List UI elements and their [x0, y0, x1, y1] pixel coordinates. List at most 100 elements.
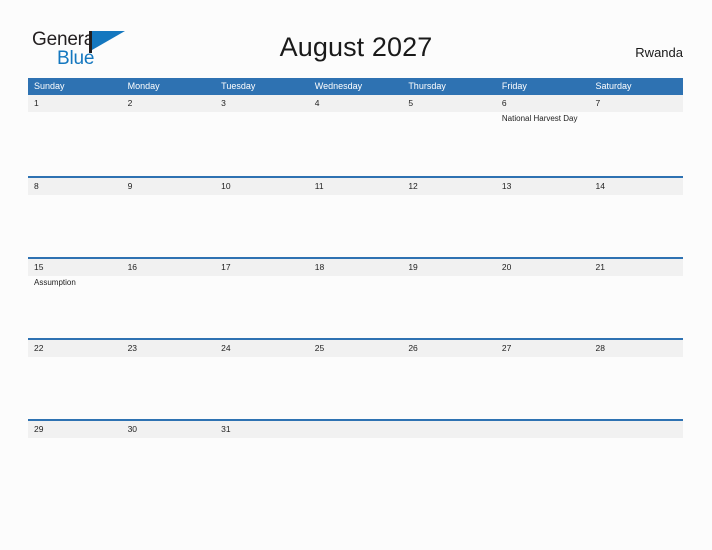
day-cell	[122, 357, 216, 419]
day-cell	[309, 112, 403, 174]
calendar-weeks: 1 2 3 4 5 6 7 National Harvest Day 8 9 10 11 12 13 14 1…	[28, 95, 683, 500]
day-cell	[122, 438, 216, 500]
day-cell	[496, 438, 590, 500]
week-event-body	[28, 195, 683, 257]
day-number[interactable]: 24	[215, 340, 309, 357]
day-number[interactable]: 14	[589, 178, 683, 195]
day-cell	[402, 195, 496, 257]
day-number[interactable]: 2	[122, 95, 216, 112]
day-cell	[309, 195, 403, 257]
day-cell	[122, 112, 216, 174]
day-number[interactable]: 5	[402, 95, 496, 112]
weekday-header-row: Sunday Monday Tuesday Wednesday Thursday…	[28, 78, 683, 95]
weekday-wednesday: Wednesday	[314, 81, 363, 91]
day-number[interactable]: 17	[215, 259, 309, 276]
weekday-sunday: Sunday	[34, 81, 65, 91]
day-number	[402, 421, 496, 438]
day-number[interactable]: 22	[28, 340, 122, 357]
day-number[interactable]: 1	[28, 95, 122, 112]
weekday-thursday: Thursday	[408, 81, 446, 91]
page-title: August 2027	[279, 32, 433, 62]
day-number[interactable]: 9	[122, 178, 216, 195]
calendar-page: General Blue August 2027 Rwanda Sunday M…	[0, 0, 712, 550]
day-number[interactable]: 19	[402, 259, 496, 276]
day-cell	[309, 276, 403, 338]
holiday-label: Assumption	[34, 278, 76, 287]
day-number[interactable]: 28	[589, 340, 683, 357]
calendar-week-row: 22 23 24 25 26 27 28	[28, 338, 683, 419]
page-header: General Blue August 2027 Rwanda	[0, 0, 712, 78]
day-cell	[496, 195, 590, 257]
day-number[interactable]: 27	[496, 340, 590, 357]
day-number[interactable]: 12	[402, 178, 496, 195]
weekday-tuesday: Tuesday	[221, 81, 256, 91]
day-number[interactable]: 20	[496, 259, 590, 276]
day-cell	[215, 112, 309, 174]
calendar-grid: Sunday Monday Tuesday Wednesday Thursday…	[28, 78, 683, 500]
day-number[interactable]: 21	[589, 259, 683, 276]
day-number[interactable]: 6	[496, 95, 590, 112]
day-number[interactable]: 18	[309, 259, 403, 276]
day-number[interactable]: 25	[309, 340, 403, 357]
day-cell	[28, 112, 122, 174]
calendar-week-row: 29 30 31	[28, 419, 683, 500]
week-date-band: 8 9 10 11 12 13 14	[28, 178, 683, 195]
country-label: Rwanda	[635, 45, 683, 60]
weekday-friday: Friday	[501, 81, 527, 91]
day-cell	[215, 357, 309, 419]
week-date-band: 22 23 24 25 26 27 28	[28, 340, 683, 357]
calendar-week-row: 15 16 17 18 19 20 21 Assumption	[28, 257, 683, 338]
day-cell: National Harvest Day	[496, 112, 590, 174]
day-cell	[309, 357, 403, 419]
week-event-body: Assumption	[28, 276, 683, 338]
day-cell	[215, 438, 309, 500]
day-cell	[215, 195, 309, 257]
day-cell	[589, 112, 683, 174]
day-cell	[402, 438, 496, 500]
calendar-week-row: 8 9 10 11 12 13 14	[28, 176, 683, 257]
day-cell	[122, 276, 216, 338]
weekday-monday: Monday	[127, 81, 160, 91]
week-date-band: 29 30 31	[28, 421, 683, 438]
day-cell	[589, 276, 683, 338]
day-number[interactable]: 10	[215, 178, 309, 195]
day-number[interactable]: 23	[122, 340, 216, 357]
day-cell: Assumption	[28, 276, 122, 338]
week-event-body	[28, 357, 683, 419]
day-cell	[496, 276, 590, 338]
day-number[interactable]: 29	[28, 421, 122, 438]
calendar-week-row: 1 2 3 4 5 6 7 National Harvest Day	[28, 95, 683, 176]
day-number[interactable]: 3	[215, 95, 309, 112]
week-date-band: 1234567	[28, 95, 683, 112]
day-number[interactable]: 30	[122, 421, 216, 438]
day-number	[496, 421, 590, 438]
day-number	[309, 421, 403, 438]
week-event-body	[28, 438, 683, 500]
day-number[interactable]: 7	[589, 95, 683, 112]
day-number[interactable]: 31	[215, 421, 309, 438]
day-cell	[309, 438, 403, 500]
day-cell	[496, 357, 590, 419]
day-number[interactable]: 26	[402, 340, 496, 357]
day-cell	[215, 276, 309, 338]
week-date-band: 15 16 17 18 19 20 21	[28, 259, 683, 276]
day-cell	[589, 357, 683, 419]
day-cell	[28, 195, 122, 257]
day-number[interactable]: 15	[28, 259, 122, 276]
day-cell	[402, 357, 496, 419]
day-cell	[402, 276, 496, 338]
day-cell	[122, 195, 216, 257]
day-cell	[402, 112, 496, 174]
day-number[interactable]: 4	[309, 95, 403, 112]
holiday-label: National Harvest Day	[501, 114, 578, 123]
day-number[interactable]: 8	[28, 178, 122, 195]
day-number[interactable]: 13	[496, 178, 590, 195]
day-number[interactable]: 16	[122, 259, 216, 276]
day-cell	[28, 438, 122, 500]
week-event-body: National Harvest Day	[28, 112, 683, 174]
day-cell	[589, 195, 683, 257]
day-number	[589, 421, 683, 438]
day-number[interactable]: 11	[309, 178, 403, 195]
weekday-saturday: Saturday	[595, 81, 632, 91]
day-cell	[589, 438, 683, 500]
